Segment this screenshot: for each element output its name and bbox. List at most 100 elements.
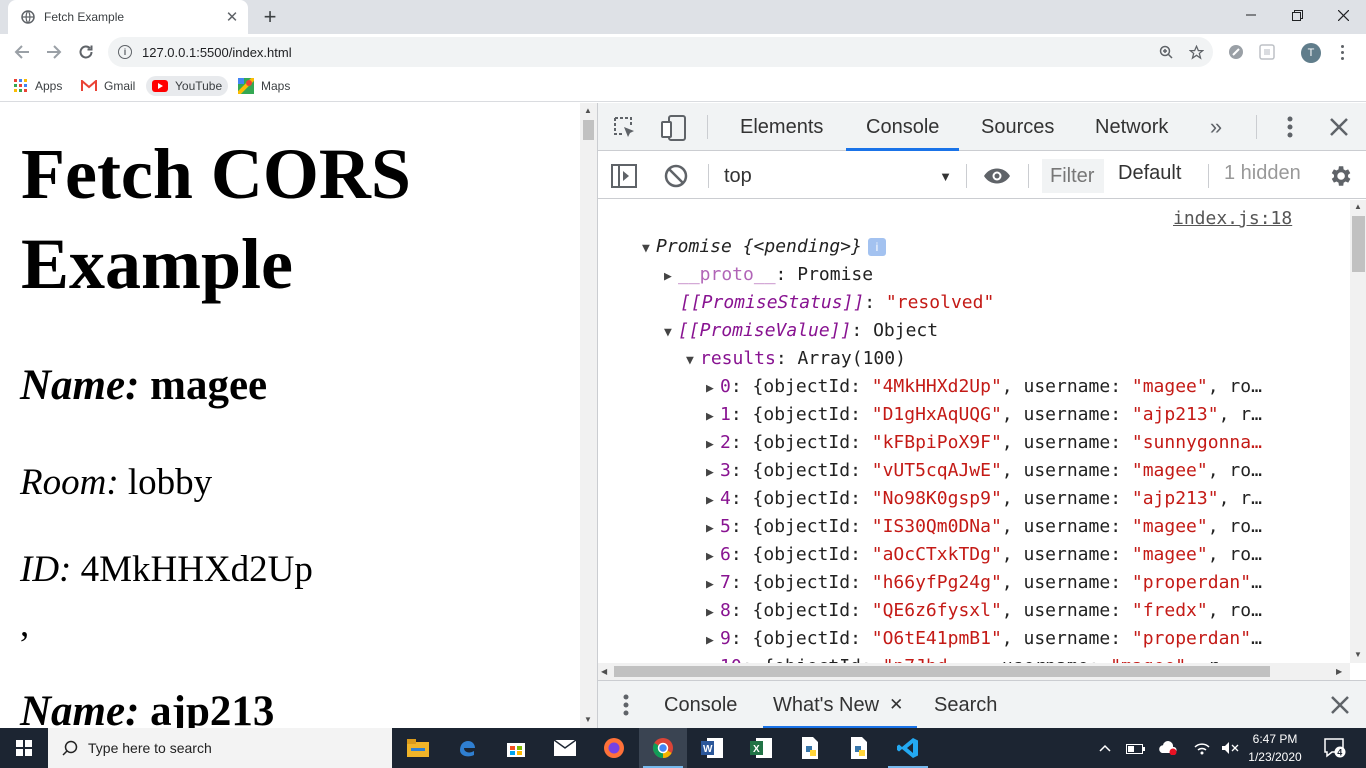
- console-horizontal-scrollbar[interactable]: ◀ ▶: [598, 663, 1350, 680]
- mail-icon[interactable]: [541, 728, 589, 768]
- expanded-triangle-icon[interactable]: ▼: [664, 319, 678, 347]
- bookmark-youtube[interactable]: YouTube: [146, 76, 229, 96]
- console-settings-gear-icon[interactable]: [1326, 162, 1354, 190]
- device-toolbar-icon[interactable]: [660, 114, 688, 142]
- proto-row[interactable]: ▶ __proto__: Promise: [664, 261, 873, 289]
- result-row[interactable]: ▶ 2: {objectId: "kFBpiPoX9F", username: "…: [706, 429, 1262, 457]
- tab-console[interactable]: Console: [845, 103, 960, 151]
- system-clock[interactable]: 6:47 PM 1/23/2020: [1242, 730, 1308, 766]
- collapsed-triangle-icon[interactable]: ▶: [664, 263, 678, 291]
- tab-elements[interactable]: Elements: [740, 103, 823, 151]
- reload-icon[interactable]: [72, 38, 100, 66]
- result-row[interactable]: ▶ 1: {objectId: "D1gHxAqUQG", username: "…: [706, 401, 1262, 429]
- onedrive-icon[interactable]: [1156, 728, 1180, 768]
- scroll-thumb[interactable]: [583, 120, 594, 140]
- collapsed-triangle-icon[interactable]: ▶: [706, 375, 720, 403]
- close-window-button[interactable]: [1320, 0, 1366, 30]
- scroll-thumb[interactable]: [614, 666, 1270, 677]
- bookmark-apps[interactable]: Apps: [14, 76, 62, 96]
- show-sidebar-icon[interactable]: [610, 162, 638, 190]
- python-file-icon-2[interactable]: [835, 728, 883, 768]
- taskbar-search[interactable]: Type here to search: [48, 728, 392, 768]
- close-tab-icon[interactable]: ✕: [889, 695, 903, 715]
- file-explorer-icon[interactable]: [394, 728, 442, 768]
- back-arrow-icon[interactable]: [8, 38, 36, 66]
- forward-arrow-icon[interactable]: [40, 38, 68, 66]
- edge-icon[interactable]: [443, 728, 491, 768]
- firefox-icon[interactable]: [590, 728, 638, 768]
- result-row[interactable]: ▶ 6: {objectId: "aOcCTxkTDg", username: "…: [706, 541, 1262, 569]
- promise-row[interactable]: ▼ Promise {<pending>} i: [642, 233, 886, 261]
- result-row[interactable]: ▶ 0: {objectId: "4MkHHXd2Up", username: "…: [706, 373, 1262, 401]
- collapsed-triangle-icon[interactable]: ▶: [706, 599, 720, 627]
- windows-start-icon[interactable]: [0, 728, 48, 768]
- scroll-down-icon[interactable]: ▼: [584, 715, 592, 724]
- collapsed-triangle-icon[interactable]: ▶: [706, 543, 720, 571]
- scroll-down-icon[interactable]: ▼: [1354, 650, 1362, 659]
- profile-avatar[interactable]: T: [1301, 43, 1321, 63]
- chrome-icon[interactable]: [639, 728, 687, 768]
- new-tab-button[interactable]: +: [258, 4, 282, 29]
- drawer-tab-search[interactable]: Search: [934, 681, 997, 729]
- result-row[interactable]: ▶ 3: {objectId: "vUT5cqAJwE", username: "…: [706, 457, 1262, 485]
- zoom-icon[interactable]: [1153, 45, 1179, 59]
- result-row[interactable]: ▶10: {objectId: "n7Jhd..., username: "ma…: [706, 653, 1229, 663]
- scroll-up-icon[interactable]: ▲: [584, 106, 592, 115]
- more-tabs-icon[interactable]: »: [1204, 114, 1228, 139]
- word-icon[interactable]: W: [688, 728, 736, 768]
- collapsed-triangle-icon[interactable]: ▶: [706, 459, 720, 487]
- minimize-button[interactable]: [1228, 0, 1274, 30]
- collapsed-triangle-icon[interactable]: ▶: [706, 571, 720, 599]
- source-link[interactable]: index.js:18: [1173, 208, 1292, 229]
- drawer-menu-icon[interactable]: [618, 693, 634, 717]
- chrome-menu-icon[interactable]: [1334, 40, 1350, 64]
- show-hidden-icons-icon[interactable]: [1094, 728, 1116, 768]
- context-selector[interactable]: top ▼: [724, 162, 952, 190]
- scroll-left-icon[interactable]: ◀: [601, 667, 607, 676]
- info-badge-icon[interactable]: i: [867, 238, 886, 256]
- expanded-triangle-icon[interactable]: ▼: [642, 235, 656, 263]
- browser-tab[interactable]: Fetch Example ✕: [8, 0, 248, 34]
- collapsed-triangle-icon[interactable]: ▶: [706, 403, 720, 431]
- result-row[interactable]: ▶ 8: {objectId: "QE6z6fysxl", username: "…: [706, 597, 1262, 625]
- scroll-right-icon[interactable]: ▶: [1336, 667, 1342, 676]
- drawer-tab-whats-new[interactable]: What's New ✕: [762, 681, 918, 729]
- promise-value-row[interactable]: ▼ [[PromiseValue]]: Object: [664, 317, 938, 345]
- collapsed-triangle-icon[interactable]: ▶: [706, 655, 720, 663]
- drawer-tab-console[interactable]: Console: [664, 681, 737, 729]
- notification-center-icon[interactable]: 4: [1320, 728, 1350, 768]
- extension-icon[interactable]: [1226, 42, 1246, 62]
- console-vertical-scrollbar[interactable]: ▲ ▼: [1350, 200, 1366, 663]
- log-levels-dropdown[interactable]: Default: [1118, 162, 1181, 185]
- volume-muted-icon[interactable]: [1218, 728, 1242, 768]
- bookmark-gmail[interactable]: Gmail: [81, 76, 135, 96]
- close-devtools-icon[interactable]: [1327, 115, 1351, 139]
- results-row[interactable]: ▼ results: Array(100): [686, 345, 906, 373]
- bookmark-maps[interactable]: Maps: [238, 76, 290, 96]
- result-row[interactable]: ▶ 9: {objectId: "O6tE41pmB1", username: "…: [706, 625, 1262, 653]
- live-expression-eye-icon[interactable]: [982, 164, 1012, 188]
- devtools-menu-icon[interactable]: [1278, 115, 1302, 139]
- collapsed-triangle-icon[interactable]: ▶: [706, 627, 720, 655]
- excel-icon[interactable]: X: [737, 728, 785, 768]
- site-info-icon[interactable]: i: [118, 45, 132, 59]
- collapsed-triangle-icon[interactable]: ▶: [706, 487, 720, 515]
- url-text[interactable]: 127.0.0.1:5500/index.html: [142, 45, 1153, 60]
- page-scrollbar[interactable]: ▲ ▼: [580, 103, 597, 728]
- battery-icon[interactable]: [1124, 728, 1148, 768]
- restore-button[interactable]: [1274, 0, 1320, 30]
- expanded-triangle-icon[interactable]: ▼: [686, 347, 700, 375]
- tab-sources[interactable]: Sources: [981, 103, 1054, 151]
- collapsed-triangle-icon[interactable]: ▶: [706, 431, 720, 459]
- tab-close-icon[interactable]: ✕: [222, 7, 242, 27]
- tab-network[interactable]: Network: [1095, 103, 1168, 151]
- python-file-icon[interactable]: [786, 728, 834, 768]
- console-filter-input[interactable]: Filter: [1042, 159, 1104, 193]
- address-bar[interactable]: i 127.0.0.1:5500/index.html: [108, 37, 1213, 67]
- clear-console-icon[interactable]: [662, 162, 690, 190]
- result-row[interactable]: ▶ 5: {objectId: "IS30Qm0DNa", username: "…: [706, 513, 1262, 541]
- scroll-up-icon[interactable]: ▲: [1354, 202, 1362, 211]
- vscode-icon[interactable]: [884, 728, 932, 768]
- store-icon[interactable]: [492, 728, 540, 768]
- scroll-thumb[interactable]: [1352, 216, 1365, 272]
